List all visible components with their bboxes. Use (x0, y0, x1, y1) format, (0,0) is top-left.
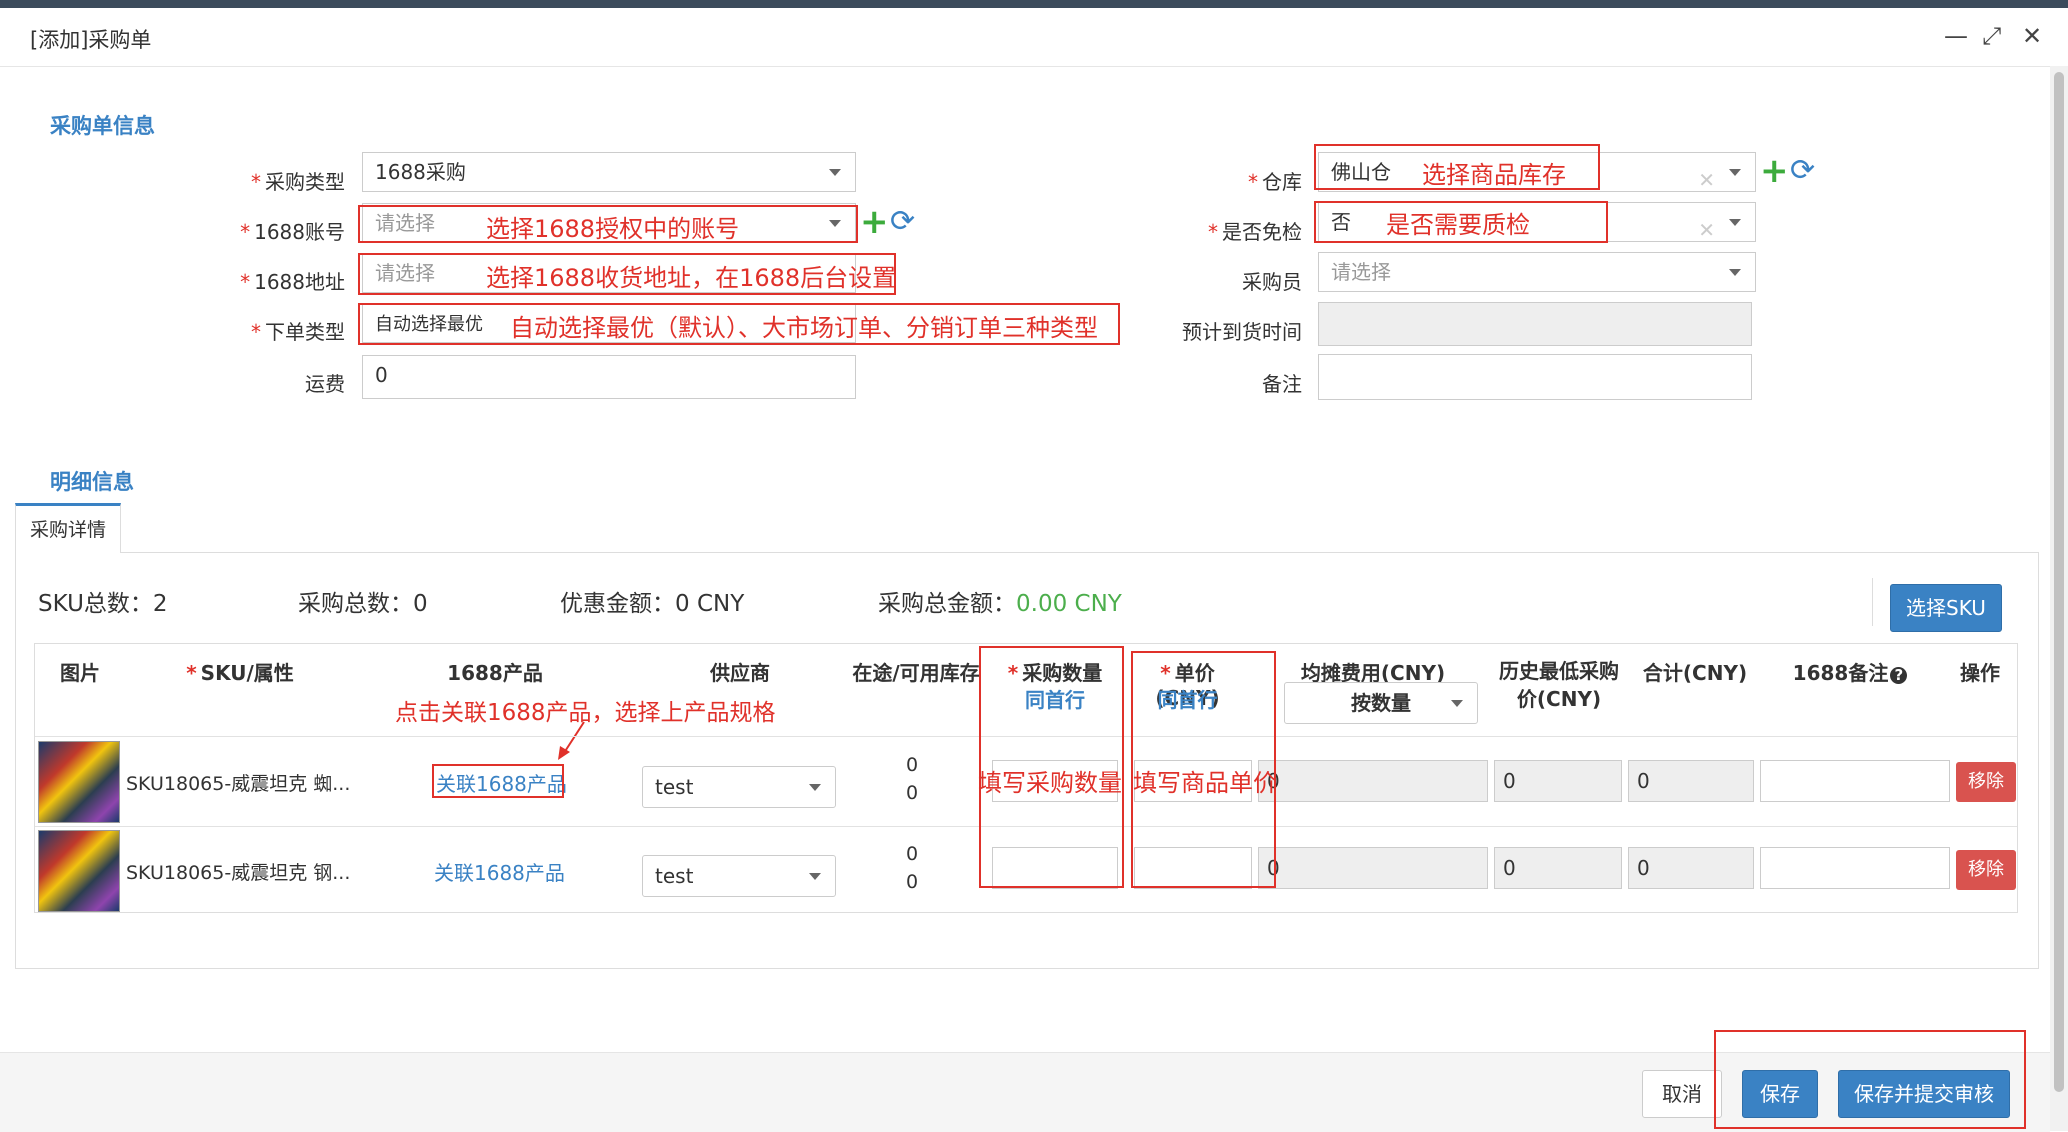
label-address-1688: * 1688地址 (240, 270, 345, 294)
remark-textarea[interactable] (1318, 354, 1752, 400)
close-icon[interactable]: ✕ (2022, 22, 2042, 50)
remark-1688-input[interactable] (1760, 847, 1950, 889)
total-cell: 0 (1628, 760, 1754, 802)
minimize-icon[interactable]: — (1944, 22, 1968, 50)
label-inspection-free: * 是否免检 (1208, 220, 1302, 244)
remove-button[interactable]: 移除 (1956, 762, 2016, 802)
refresh-icon[interactable]: ⟳ (890, 205, 915, 239)
alloc-cell: 0 (1258, 847, 1488, 889)
chevron-down-icon (1729, 169, 1741, 176)
annotation-box-footer (1714, 1030, 2026, 1129)
remark-1688-input[interactable] (1760, 760, 1950, 802)
hist-low-cell: 0 (1494, 847, 1622, 889)
sku-total: SKU总数：2 (38, 591, 168, 617)
label-warehouse: * 仓库 (1248, 170, 1302, 194)
purchase-type-select[interactable]: 1688采购 (362, 152, 856, 192)
supplier-select[interactable]: test (642, 766, 836, 808)
annotation-inspection: 是否需要质检 (1386, 211, 1530, 239)
total-cell: 0 (1628, 847, 1754, 889)
chevron-down-icon (1729, 219, 1741, 226)
annotation-address: 选择1688收货地址，在1688后台设置 (486, 264, 897, 292)
chevron-down-icon (829, 169, 841, 176)
label-order-type: * 下单类型 (251, 320, 345, 344)
top-strip (0, 0, 2068, 8)
annotation-box-link (432, 764, 564, 798)
alloc-cell: 0 (1258, 760, 1488, 802)
th-hist-low: 历史最低采购价(CNY) (1499, 659, 1619, 711)
label-freight: 运费 (305, 372, 345, 396)
arrow-icon (558, 721, 585, 760)
th-remark-1688: 1688备注? (1780, 657, 1920, 686)
label-purchase-type: * 采购类型 (251, 170, 345, 194)
annotation-order-type: 自动选择最优（默认）、大市场订单、分销订单三种类型 (510, 314, 1098, 342)
label-buyer: 采购员 (1242, 270, 1302, 294)
dialog-title: [添加]采购单 (30, 28, 152, 52)
sku-cell: SKU18065-威震坦克 钢... (126, 862, 351, 884)
th-image: 图片 (60, 661, 100, 685)
clear-icon[interactable]: ✕ (1698, 161, 1715, 199)
hist-low-cell: 0 (1494, 760, 1622, 802)
chevron-down-icon (1451, 700, 1463, 707)
product-thumbnail (38, 741, 120, 823)
help-icon[interactable]: ? (1890, 667, 1908, 684)
th-product-1688: 1688产品 (447, 661, 543, 685)
sku-cell: SKU18065-威震坦克 蜘... (126, 773, 351, 795)
cancel-button[interactable]: 取消 (1642, 1070, 1722, 1118)
clear-icon[interactable]: ✕ (1698, 211, 1715, 249)
annotation-price: 填写商品单价 (1133, 769, 1277, 797)
tab-purchase-detail[interactable]: 采购详情 (15, 503, 122, 553)
total-amount: 采购总金额：0.00 CNY (878, 591, 1122, 617)
chevron-down-icon (1729, 269, 1741, 276)
product-thumbnail (38, 830, 120, 912)
scrollbar-thumb[interactable] (2054, 72, 2064, 1092)
chevron-down-icon (809, 784, 821, 791)
link-1688-product[interactable]: 关联1688产品 (434, 857, 565, 886)
maximize-icon[interactable]: ⤢ (1982, 22, 2001, 50)
label-remark: 备注 (1262, 372, 1302, 396)
add-icon[interactable]: + (1760, 154, 1789, 188)
supplier-select[interactable]: test (642, 855, 836, 897)
select-sku-button[interactable]: 选择SKU (1890, 584, 2002, 632)
purchase-total: 采购总数：0 (298, 591, 428, 617)
th-total: 合计(CNY) (1642, 661, 1748, 685)
th-sku: * SKU/属性 (186, 661, 294, 685)
refresh-icon[interactable]: ⟳ (1790, 154, 1815, 188)
divider (1872, 578, 1873, 626)
buyer-select[interactable]: 请选择 (1318, 252, 1756, 292)
label-eta: 预计到货时间 (1182, 320, 1302, 344)
dialog-titlebar (0, 8, 2068, 67)
add-icon[interactable]: + (860, 205, 889, 239)
annotation-account: 选择1688授权中的账号 (486, 215, 740, 243)
chevron-down-icon (809, 873, 821, 880)
label-account-1688: * 1688账号 (240, 220, 345, 244)
available-stock: 0 (906, 782, 919, 804)
annotation-warehouse: 选择商品库存 (1422, 161, 1566, 189)
remove-button[interactable]: 移除 (1956, 850, 2016, 890)
eta-input[interactable] (1318, 302, 1752, 346)
alloc-method-select[interactable]: 按数量 (1284, 682, 1478, 724)
th-stock: 在途/可用库存 (852, 661, 980, 685)
section-title-order-info: 采购单信息 (50, 114, 155, 138)
in-transit-stock: 0 (906, 843, 919, 865)
available-stock: 0 (906, 871, 919, 893)
in-transit-stock: 0 (906, 754, 919, 776)
annotation-qty: 填写采购数量 (978, 769, 1122, 797)
th-action: 操作 (1960, 661, 2000, 685)
discount-amount: 优惠金额：0 CNY (560, 591, 745, 617)
th-supplier: 供应商 (710, 661, 770, 685)
section-title-detail: 明细信息 (50, 470, 134, 494)
freight-input[interactable]: 0 (362, 355, 856, 399)
